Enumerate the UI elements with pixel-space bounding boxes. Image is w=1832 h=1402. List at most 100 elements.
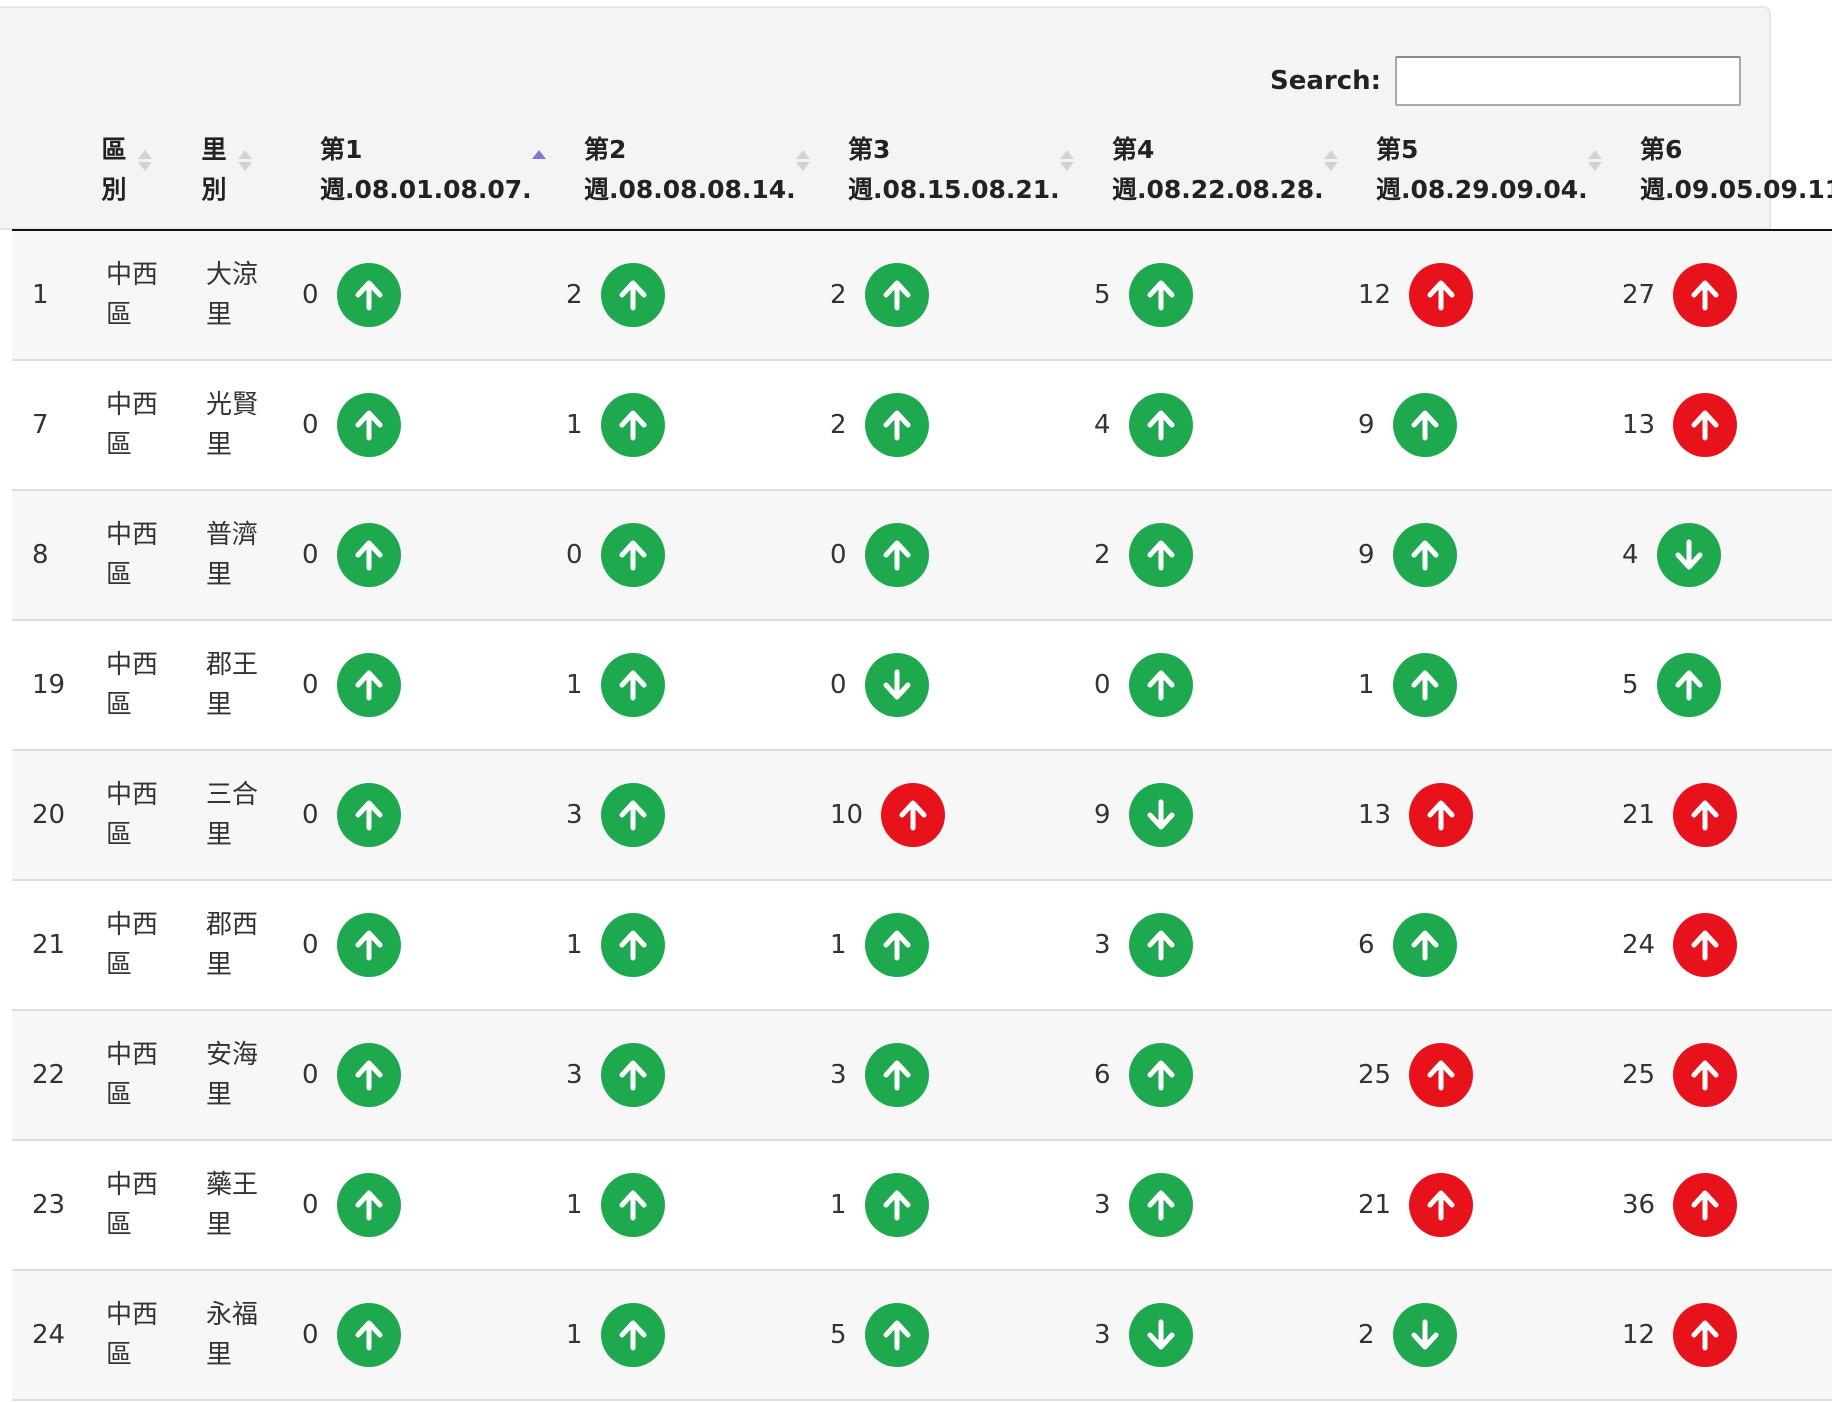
table-row: 8 中西區普濟里 0 0 0 2 9 4: [12, 491, 1832, 621]
week-1-value: 0: [302, 1060, 319, 1090]
arrow-up-circle-icon: [600, 393, 665, 457]
week-4-value: 3: [1094, 1320, 1111, 1350]
week-3-cell: 1: [830, 1141, 1070, 1269]
district-line2: 區: [106, 1080, 133, 1110]
district-cell: 中西區: [106, 1271, 176, 1399]
week-6-value: 13: [1622, 410, 1656, 440]
arrow-up-circle-icon: [1409, 783, 1474, 847]
village-line1: 三合: [206, 780, 259, 810]
row-id: 21: [32, 930, 66, 960]
sort-icon[interactable]: [1324, 150, 1338, 171]
village-line1: 郡西: [206, 910, 259, 940]
arrow-up-circle-icon: [1128, 1173, 1193, 1237]
week-4-value: 2: [1094, 540, 1111, 570]
week-4-value: 5: [1094, 280, 1111, 310]
week-2-cell: 3: [566, 1011, 806, 1139]
sort-icon[interactable]: [138, 150, 152, 171]
arrow-down-circle-icon: [1128, 783, 1193, 847]
district-line1: 中西: [106, 390, 159, 420]
week-3-cell: 10: [830, 751, 1070, 879]
week-1-value: 0: [302, 540, 319, 570]
week-4-value: 4: [1094, 410, 1111, 440]
week-3-cell: 1: [830, 881, 1070, 1009]
arrow-up-circle-icon: [1128, 1043, 1193, 1107]
row-id-cell: 20: [32, 751, 92, 879]
arrow-up-circle-icon: [1392, 913, 1457, 977]
week-2-cell: 0: [566, 491, 806, 619]
search-label: Search:: [1270, 66, 1382, 96]
week-2-value: 1: [566, 930, 583, 960]
arrow-down-circle-icon: [1392, 1303, 1457, 1367]
arrow-up-circle-icon: [336, 263, 401, 327]
search-input[interactable]: [1395, 56, 1742, 106]
week-3-value: 0: [830, 540, 847, 570]
week-5-cell: 1: [1358, 621, 1598, 749]
arrow-up-circle-icon: [600, 1303, 665, 1367]
sort-icon[interactable]: [1588, 150, 1602, 171]
week-3-cell: 2: [830, 361, 1070, 489]
week-6-cell: 36: [1622, 1141, 1832, 1269]
arrow-up-circle-icon: [600, 1173, 665, 1237]
week-6-cell: 5: [1622, 621, 1832, 749]
week-3-cell: 0: [830, 621, 1070, 749]
column-header-week-4[interactable]: 第4 週.08.22.08.28.: [1112, 130, 1352, 228]
week-1-cell: 0: [302, 1271, 542, 1399]
column-header-village[interactable]: 里 別: [194, 130, 264, 228]
district-cell: 中西區: [106, 361, 176, 489]
district-line2: 區: [106, 560, 133, 590]
village-cell: 三合里: [206, 751, 276, 879]
column-header-village-line1: 里: [201, 135, 227, 164]
sort-ascending-icon[interactable]: [532, 150, 546, 159]
week-3-cell: 3: [830, 1011, 1070, 1139]
column-header-week-6[interactable]: 第6 週.09.05.09.11.: [1640, 130, 1832, 228]
column-header-district-line1: 區: [101, 135, 127, 164]
week-5-value: 2: [1358, 1320, 1375, 1350]
week-3-cell: 0: [830, 491, 1070, 619]
week-4-cell: 5: [1094, 231, 1334, 359]
row-id: 23: [32, 1190, 66, 1220]
row-id: 24: [32, 1320, 66, 1350]
district-line1: 中西: [106, 650, 159, 680]
column-header-week-4-line1: 第4: [1112, 135, 1155, 164]
week-6-cell: 24: [1622, 881, 1832, 1009]
village-line2: 里: [206, 1080, 233, 1110]
week-6-cell: 25: [1622, 1011, 1832, 1139]
village-line1: 安海: [206, 1040, 259, 1070]
arrow-up-circle-icon: [336, 393, 401, 457]
week-4-cell: 9: [1094, 751, 1334, 879]
arrow-up-circle-icon: [864, 1173, 929, 1237]
row-id-cell: 8: [32, 491, 92, 619]
table-row: 23 中西區藥王里 0 1 1 3 21 36: [12, 1141, 1832, 1271]
village-line1: 光賢: [206, 390, 259, 420]
district-line1: 中西: [106, 1040, 159, 1070]
column-header-week-1[interactable]: 第1 週.08.01.08.07.: [320, 130, 560, 228]
column-header-week-5[interactable]: 第5 週.08.29.09.04.: [1376, 130, 1616, 228]
arrow-up-circle-icon: [1673, 913, 1738, 977]
week-6-cell: 4: [1622, 491, 1832, 619]
sort-icon[interactable]: [796, 150, 810, 171]
sort-icon[interactable]: [1060, 150, 1074, 171]
arrow-up-circle-icon: [1673, 263, 1738, 327]
sort-icon[interactable]: [238, 150, 252, 171]
week-1-value: 0: [302, 670, 319, 700]
arrow-up-circle-icon: [336, 1303, 401, 1367]
column-header-week-3[interactable]: 第3 週.08.15.08.21.: [848, 130, 1088, 228]
arrow-up-circle-icon: [600, 913, 665, 977]
row-id-cell: 22: [32, 1011, 92, 1139]
week-1-value: 0: [302, 1320, 319, 1350]
column-header-week-2-line1: 第2: [584, 135, 627, 164]
column-header-district[interactable]: 區 別: [94, 130, 164, 228]
week-5-value: 9: [1358, 410, 1375, 440]
table-row: 22 中西區安海里 0 3 3 6 25 25: [12, 1011, 1832, 1141]
column-header-week-2[interactable]: 第2 週.08.08.08.14.: [584, 130, 824, 228]
column-header-district-line2: 別: [101, 175, 127, 204]
arrow-up-circle-icon: [600, 1043, 665, 1107]
week-2-value: 0: [566, 540, 583, 570]
week-2-value: 2: [566, 280, 583, 310]
village-line2: 里: [206, 1210, 233, 1240]
column-header-village-line2: 別: [201, 175, 227, 204]
row-id: 20: [32, 800, 66, 830]
arrow-up-circle-icon: [600, 653, 665, 717]
arrow-up-circle-icon: [1392, 393, 1457, 457]
week-1-cell: 0: [302, 621, 542, 749]
